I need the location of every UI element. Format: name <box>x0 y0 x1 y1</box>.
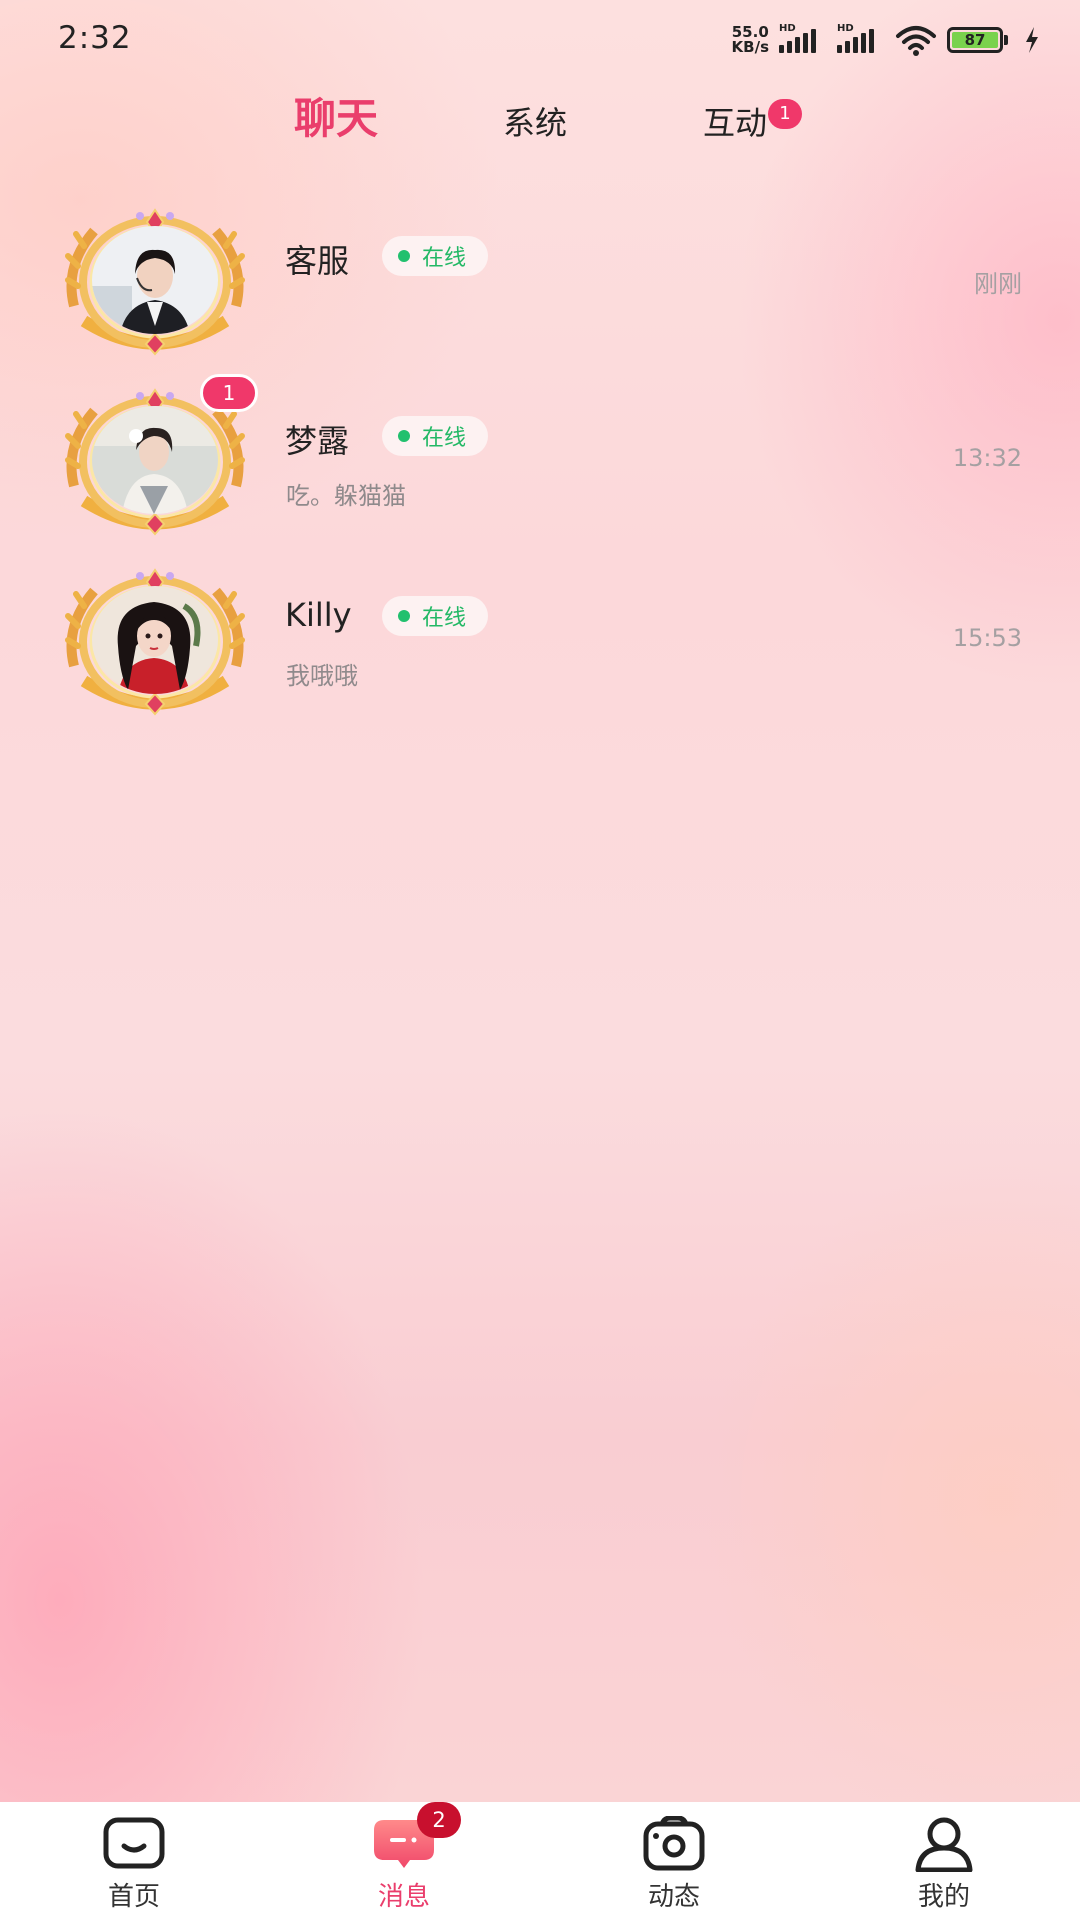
bottom-navigation: 首页 消息 动态 我的 <box>0 1802 1080 1920</box>
status-time: 2:32 <box>58 20 132 56</box>
tab-chat[interactable]: 聊天 <box>294 85 378 146</box>
online-dot-icon <box>398 610 410 622</box>
online-status-text: 在线 <box>422 426 467 451</box>
signal-hd-label: HD <box>837 23 854 34</box>
network-speed-unit: KB/s <box>731 38 769 56</box>
conversation-list: 客服 在线 刚刚 1 梦露 在线 吃。躲猫猫 13:32 Killy 在线 我哦… <box>0 200 1080 740</box>
nav-profile[interactable]: 我的 <box>884 1816 1004 1916</box>
online-status-text: 在线 <box>422 246 467 271</box>
nav-moments-label: 动态 <box>647 1882 700 1912</box>
home-icon <box>103 1817 165 1869</box>
message-preview: 我哦哦 <box>286 662 358 690</box>
profile-icon <box>915 1817 973 1872</box>
nav-messages-badge: 2 <box>417 1802 461 1838</box>
online-dot-icon <box>398 430 410 442</box>
charging-icon <box>1026 27 1038 53</box>
unread-count-badge: 1 <box>200 374 258 412</box>
tab-system[interactable]: 系统 <box>503 98 567 144</box>
online-status-badge: 在线 <box>382 416 489 456</box>
nav-moments[interactable]: 动态 <box>614 1816 734 1916</box>
avatar <box>92 226 218 334</box>
status-bar: 2:32 55.0 KB/s HD HD 87 <box>0 0 1080 80</box>
avatar-with-frame[interactable] <box>64 206 246 356</box>
avatar-with-frame[interactable] <box>64 566 246 716</box>
conversation-item[interactable]: 客服 在线 刚刚 <box>0 200 1080 380</box>
nav-profile-label: 我的 <box>917 1882 970 1912</box>
conversation-item[interactable]: 1 梦露 在线 吃。躲猫猫 13:32 <box>0 374 1080 560</box>
nav-home-label: 首页 <box>107 1882 160 1912</box>
camera-icon <box>643 1816 705 1871</box>
contact-name: 梦露 <box>285 422 350 460</box>
message-time: 13:32 <box>952 444 1022 472</box>
signal-hd-label: HD <box>779 23 796 34</box>
avatar <box>92 406 218 514</box>
conversation-item[interactable]: Killy 在线 我哦哦 15:53 <box>0 560 1080 740</box>
message-tabs: 聊天 系统 互动 <box>0 88 1080 158</box>
wifi-icon <box>896 26 936 56</box>
message-time: 刚刚 <box>974 270 1022 298</box>
contact-name: Killy <box>285 596 352 634</box>
online-status-badge: 在线 <box>382 596 489 636</box>
signal-icon: HD <box>779 23 827 53</box>
online-dot-icon <box>398 250 410 262</box>
contact-name: 客服 <box>285 242 350 280</box>
nav-home[interactable]: 首页 <box>74 1816 194 1916</box>
status-icons: 55.0 KB/s HD HD 87 <box>732 22 1040 58</box>
tab-interaction[interactable]: 互动 <box>703 98 767 144</box>
tab-interaction-badge: 1 <box>768 99 802 129</box>
online-status-badge: 在线 <box>382 236 489 276</box>
message-time: 15:53 <box>952 624 1022 652</box>
battery-icon: 87 <box>947 27 1008 53</box>
nav-messages-label: 消息 <box>377 1882 430 1912</box>
message-preview: 吃。躲猫猫 <box>286 482 406 510</box>
online-status-text: 在线 <box>422 606 467 631</box>
avatar <box>92 586 218 694</box>
battery-level: 87 <box>952 32 998 48</box>
signal-icon: HD <box>837 23 885 53</box>
network-speed: 55.0 KB/s <box>732 25 769 55</box>
